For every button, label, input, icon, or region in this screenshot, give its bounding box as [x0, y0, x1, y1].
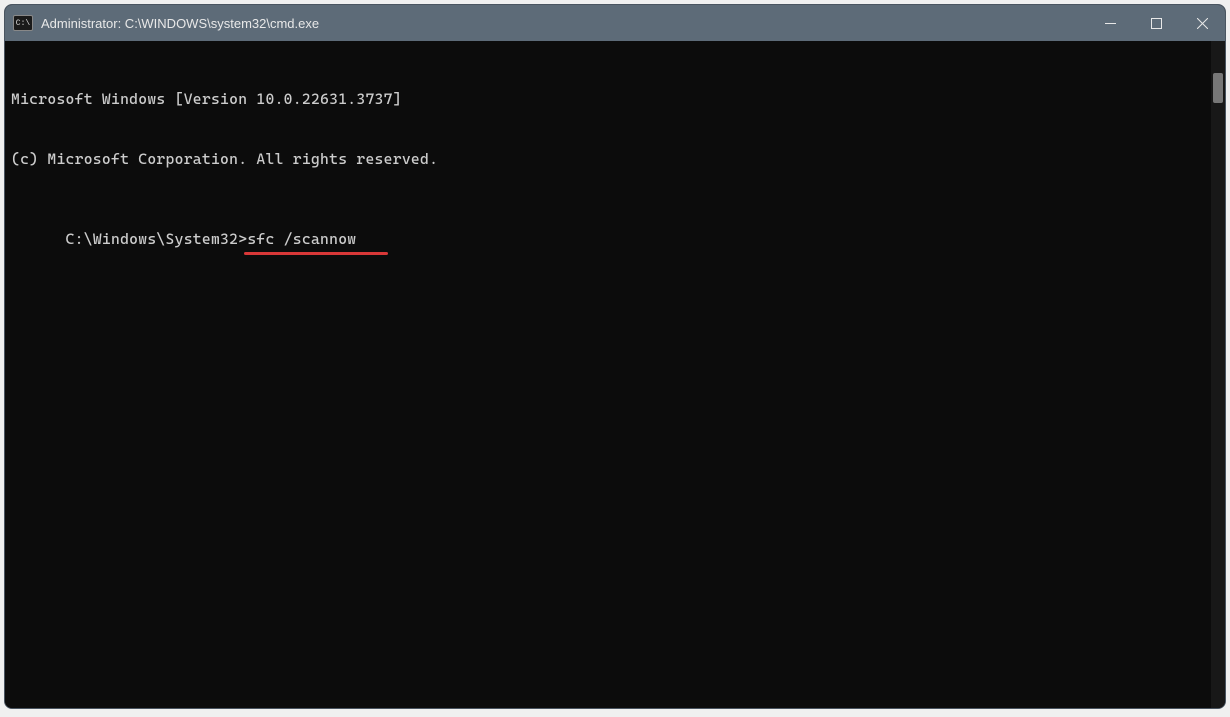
minimize-button[interactable]	[1087, 5, 1133, 41]
scrollbar-thumb[interactable]	[1213, 73, 1223, 103]
cmd-window: C:\ Administrator: C:\WINDOWS\system32\c…	[4, 4, 1226, 709]
close-icon	[1197, 18, 1208, 29]
maximize-icon	[1151, 18, 1162, 29]
minimize-icon	[1105, 18, 1116, 29]
command-line: C:\Windows\System32>sfc /scannow	[66, 229, 357, 249]
cmd-icon: C:\	[13, 15, 33, 31]
titlebar[interactable]: C:\ Administrator: C:\WINDOWS\system32\c…	[5, 5, 1225, 41]
terminal-output[interactable]: Microsoft Windows [Version 10.0.22631.37…	[5, 41, 1211, 708]
window-controls	[1087, 5, 1225, 41]
copyright-line: (c) Microsoft Corporation. All rights re…	[11, 149, 1203, 169]
window-title: Administrator: C:\WINDOWS\system32\cmd.e…	[41, 16, 1087, 31]
command-text: sfc /scannow	[247, 230, 356, 248]
close-button[interactable]	[1179, 5, 1225, 41]
terminal-wrapper: Microsoft Windows [Version 10.0.22631.37…	[5, 41, 1225, 708]
maximize-button[interactable]	[1133, 5, 1179, 41]
version-line: Microsoft Windows [Version 10.0.22631.37…	[11, 89, 1203, 109]
prompt-text: C:\Windows\System32>	[66, 230, 248, 248]
scrollbar[interactable]	[1211, 41, 1225, 708]
underline-annotation	[244, 252, 388, 255]
